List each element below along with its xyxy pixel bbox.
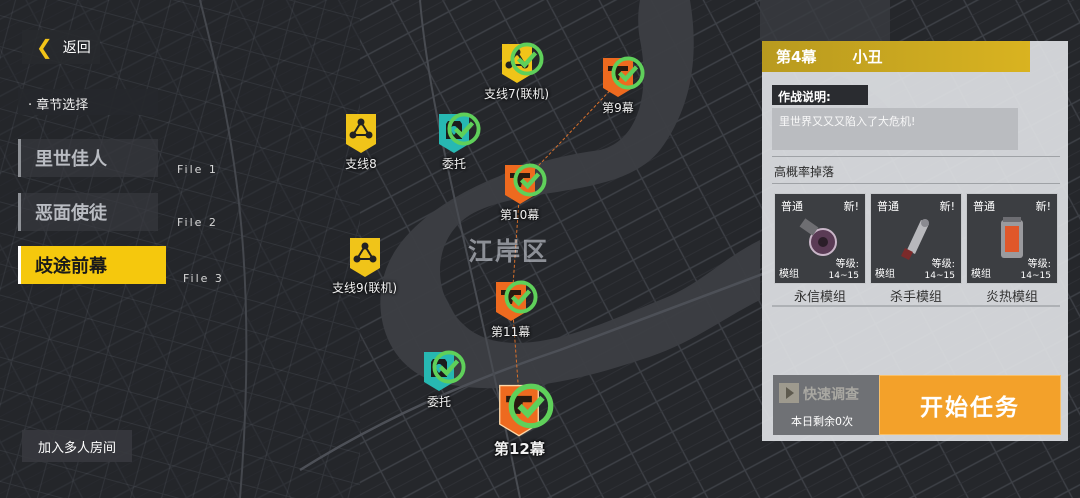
gun-node-icon [496,383,554,437]
level-range: 14~15 [828,271,859,281]
join-multiplayer-room-button[interactable]: 加入多人房间 [22,430,132,462]
map-node-stage-9[interactable]: 第9幕 [601,56,645,116]
file-tag-3: File 3 [183,272,224,285]
quick-investigate-button[interactable]: 快速调查 本日剩余0次 [773,375,879,435]
branch-node-icon [344,112,378,154]
brief-title: 作战说明: [772,85,868,105]
play-icon [779,383,799,403]
level-label: 等级: [835,259,859,270]
drop-card-1[interactable]: 普通 新! 等级: 模组 14~15 [774,193,866,284]
node-label: 第12幕 [494,440,545,458]
node-label: 委托 [441,157,466,171]
gun-node-icon [503,163,547,205]
level-range: 14~15 [1020,271,1051,281]
stage-name: 小丑 [852,48,883,66]
level-range: 14~15 [924,271,955,281]
rarity-label: 普通 [973,200,995,213]
rarity-label: 普通 [877,200,899,213]
type-label: 模组 [875,269,895,280]
map-node-request-1[interactable]: 委托 [437,112,481,172]
map-node-stage-12[interactable]: 第12幕 [494,383,554,459]
type-label: 模组 [779,269,799,280]
rarity-label: 普通 [781,200,803,213]
map-node-branch-9[interactable]: 支线9(联机) [332,236,397,296]
new-badge: 新! [1035,200,1051,213]
file-tab-2[interactable]: 恶面使徒 [18,193,158,231]
node-label: 支线9(联机) [332,281,397,295]
drop-name-3: 炎热模组 [985,290,1038,305]
gun-node-icon [494,280,538,322]
drops-title: 高概率掉落 [774,165,835,179]
divider [772,156,1060,157]
level-label: 等级: [1027,259,1051,270]
node-label: 第11幕 [491,325,531,339]
node-label: 委托 [426,395,451,409]
drop-name-1: 永信模组 [793,290,846,305]
new-badge: 新! [843,200,859,213]
gun-node-icon [601,56,645,98]
node-label: 支线7(联机) [484,87,549,101]
back-label: 返回 [62,40,91,56]
map-node-stage-11[interactable]: 第11幕 [491,280,538,340]
map-node-branch-7[interactable]: 支线7(联机) [484,42,549,102]
branch-node-icon [348,236,382,278]
node-label: 第9幕 [602,101,634,115]
cleared-check-icon [513,163,547,197]
district-label: 江岸区 [468,237,550,266]
divider [772,305,1060,307]
map-node-branch-8[interactable]: 支线8 [344,112,378,172]
file-tab-3[interactable]: 歧途前幕 [18,246,166,284]
node-label: 支线8 [345,157,377,171]
divider [772,183,1060,184]
start-mission-button[interactable]: 开始任务 [879,375,1061,435]
drop-name-2: 杀手模组 [889,290,942,305]
quick-investigate-label: 快速调查 [803,387,859,403]
drop-card-2[interactable]: 普通 新! 等级: 模组 14~15 [870,193,962,284]
cleared-check-icon [509,383,554,429]
request-node-icon [422,350,466,392]
file-tag-2: File 2 [177,216,218,229]
file-tab-1[interactable]: 里世佳人 [18,139,158,177]
level-label: 等级: [931,259,955,270]
file-tag-1: File 1 [177,163,218,176]
stage-header: 第4幕 小丑 [762,41,1030,72]
quick-investigate-count: 本日剩余0次 [791,415,853,428]
map-node-request-2[interactable]: 委托 [422,350,466,410]
stage-detail-panel: 第4幕 小丑 作战说明: 里世界又又又陷入了大危机! 高概率掉落 普通 新! 等… [762,41,1068,441]
new-badge: 新! [939,200,955,213]
type-label: 模组 [971,269,991,280]
back-button[interactable]: ❮ 返回 [22,30,100,64]
chevron-left-icon: ❮ [36,35,53,59]
chapter-select-title: · 章节选择 [18,89,158,115]
stage-number: 第4幕 [776,48,817,66]
cleared-check-icon [447,112,481,146]
branch-node-icon [500,42,544,84]
cleared-check-icon [504,280,538,314]
drop-card-3[interactable]: 普通 新! 等级: 模组 14~15 [966,193,1058,284]
cleared-check-icon [432,350,466,384]
cleared-check-icon [611,56,645,90]
node-label: 第10幕 [500,208,540,222]
brief-text: 里世界又又又陷入了大危机! [772,108,1018,150]
request-node-icon [437,112,481,154]
cleared-check-icon [509,42,544,76]
map-node-stage-10[interactable]: 第10幕 [500,163,547,223]
